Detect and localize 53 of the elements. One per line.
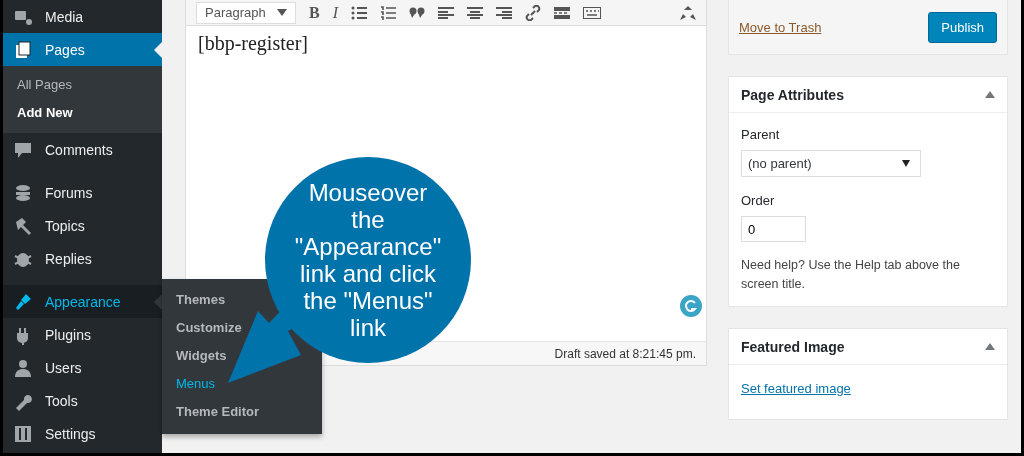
order-input[interactable]: 0 [741, 216, 806, 242]
keyboard-icon[interactable] [583, 6, 601, 19]
flyout-item[interactable]: Theme Editor [162, 398, 260, 426]
collapse-icon[interactable] [985, 343, 995, 350]
sidebar-item[interactable]: Replies [3, 242, 162, 275]
collapse-icon[interactable] [985, 91, 995, 98]
shortcode-text: [bbp-register] [198, 32, 309, 55]
order-label: Order [741, 193, 776, 208]
flyout-item[interactable]: Widgets [162, 342, 227, 370]
draft-status: Draft saved at 8:21:45 pm. [554, 346, 696, 361]
italic-button[interactable]: I [332, 5, 338, 20]
flyout-item[interactable]: Menus [162, 370, 216, 398]
align-center-icon[interactable] [467, 6, 483, 19]
bullet-list-icon[interactable] [351, 5, 367, 20]
align-right-icon[interactable] [496, 6, 512, 19]
read-more-icon[interactable] [554, 6, 570, 19]
sidebar-item[interactable]: Users [3, 351, 162, 384]
featured-image-link[interactable]: Set featured image [741, 381, 851, 396]
sidebar-item[interactable]: Tools [3, 384, 162, 417]
format-select[interactable]: Paragraph [196, 1, 296, 24]
grammar-checker-icon[interactable] [680, 295, 702, 317]
sidebar-item[interactable]: Forums [3, 176, 162, 209]
parent-label: Parent [741, 127, 781, 142]
sidebar-item[interactable]: Pages [3, 33, 162, 66]
caret-icon [277, 8, 287, 17]
submenu-item[interactable]: All Pages [3, 71, 162, 99]
quote-icon[interactable] [409, 6, 425, 19]
flyout-item[interactable]: Themes [162, 286, 226, 314]
document-icon [13, 39, 33, 60]
bold-button[interactable]: B [309, 5, 320, 20]
person-icon [13, 357, 33, 378]
sidebar-item[interactable]: Comments [3, 133, 162, 166]
parent-select[interactable]: (no parent) [741, 150, 921, 177]
sidebar-item[interactable]: Appearance [3, 285, 162, 318]
box-title: Page Attributes [741, 86, 844, 103]
hammer-icon [13, 215, 33, 236]
numbered-list-icon[interactable] [380, 5, 396, 20]
caret-icon [902, 160, 910, 167]
sidebar-item[interactable]: Settings [3, 417, 162, 450]
stack-icon [13, 182, 33, 203]
sidebar-item[interactable]: Plugins [3, 318, 162, 351]
flyout-item[interactable]: Customize [162, 314, 242, 342]
fullscreen-icon[interactable] [680, 5, 696, 20]
sidebar-item[interactable]: Media [3, 0, 162, 33]
align-left-icon[interactable] [438, 6, 454, 19]
submenu-item[interactable]: Add New [3, 99, 162, 127]
paintbrush-icon [13, 291, 33, 312]
sidebar-item[interactable]: Topics [3, 209, 162, 242]
trash-link[interactable]: Move to Trash [739, 19, 822, 35]
help-text: Need help? Use the Help tab above the screen title. [741, 257, 961, 293]
publish-button[interactable]: Publish [928, 11, 997, 43]
link-icon[interactable] [525, 4, 541, 21]
box-title: Featured Image [741, 338, 845, 355]
